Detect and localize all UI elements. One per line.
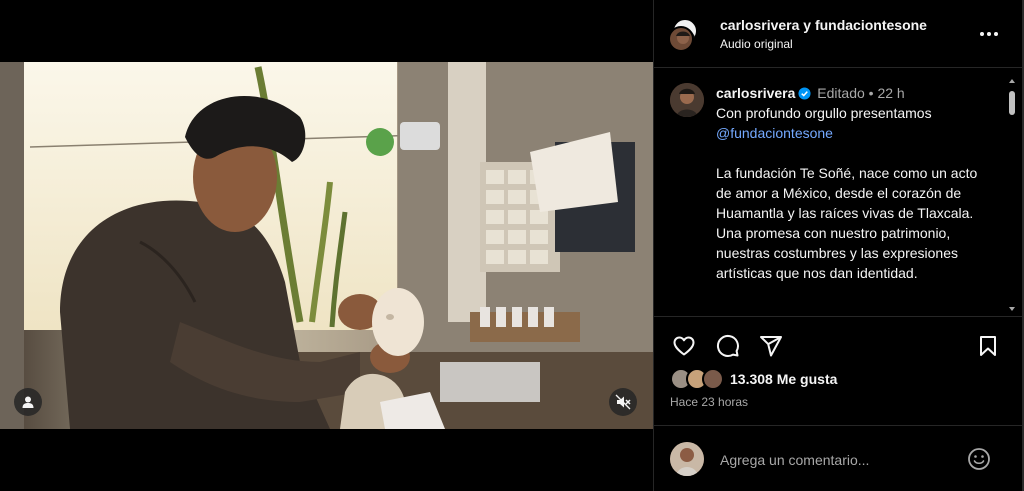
share-icon — [760, 336, 782, 357]
likes-count[interactable]: 13.308 Me gusta — [730, 371, 837, 387]
heart-icon — [673, 336, 695, 356]
audio-label[interactable]: Audio original — [720, 37, 793, 51]
tag-people-button[interactable] — [14, 388, 42, 416]
mute-toggle-button[interactable] — [609, 388, 637, 416]
video-frame — [0, 62, 653, 429]
share-button[interactable] — [755, 330, 787, 362]
likes-row: 13.308 Me gusta — [654, 366, 1023, 392]
scrollbar-thumb[interactable] — [1009, 91, 1015, 115]
more-horizontal-icon — [980, 32, 984, 36]
more-dot — [987, 32, 991, 36]
video-player[interactable] — [0, 62, 653, 429]
scroll-down-arrow-icon[interactable] — [1008, 305, 1016, 313]
save-button[interactable] — [972, 330, 1004, 362]
comment-composer — [654, 425, 1023, 491]
emoji-icon — [968, 448, 990, 470]
avatar-carlosrivera[interactable] — [668, 26, 694, 52]
post-media — [0, 0, 653, 491]
comment-icon — [716, 334, 739, 357]
caption-age[interactable]: 22 h — [877, 85, 904, 101]
mention-link[interactable]: @fundaciontesone — [716, 125, 833, 141]
comment-button[interactable] — [712, 330, 744, 362]
post-author-names[interactable]: carlosrivera y fundaciontesone — [720, 17, 927, 33]
more-options-button[interactable] — [974, 24, 1004, 44]
caption-scroll-area[interactable]: carlosrivera Editado • 22 h Con profundo… — [654, 69, 1023, 317]
caption-text: carlosrivera Editado • 22 h Con profundo… — [716, 83, 996, 283]
like-button[interactable] — [668, 330, 700, 362]
more-dot — [994, 32, 998, 36]
caption-paragraph-1: La fundación Te Soñé, nace como un acto … — [716, 165, 978, 221]
user-tag-icon — [22, 396, 34, 408]
caption-scrollbar[interactable] — [1008, 77, 1016, 313]
muted-speaker-icon — [615, 394, 631, 410]
edited-label: Editado — [817, 85, 865, 101]
post-header: carlosrivera y fundaciontesone Audio ori… — [654, 0, 1023, 68]
liker-avatar[interactable] — [702, 368, 724, 390]
caption-username[interactable]: carlosrivera — [716, 85, 795, 101]
collab-avatars[interactable] — [668, 16, 702, 52]
meta-separator: • — [868, 85, 874, 101]
post-details-panel: carlosrivera y fundaciontesone Audio ori… — [653, 0, 1024, 491]
post-actions — [654, 330, 1023, 364]
caption-avatar[interactable] — [670, 83, 704, 117]
current-user-avatar — [670, 442, 704, 476]
emoji-button[interactable] — [966, 446, 992, 472]
caption-paragraph-2: Una promesa con nuestro patrimonio, nues… — [716, 225, 958, 281]
caption-line-1: Con profundo orgullo presentamos — [716, 105, 932, 121]
post-timestamp[interactable]: Hace 23 horas — [670, 395, 748, 409]
verified-badge-icon — [798, 87, 811, 100]
comment-input[interactable] — [720, 450, 950, 470]
bookmark-icon — [980, 336, 996, 356]
scroll-up-arrow-icon[interactable] — [1008, 77, 1016, 85]
